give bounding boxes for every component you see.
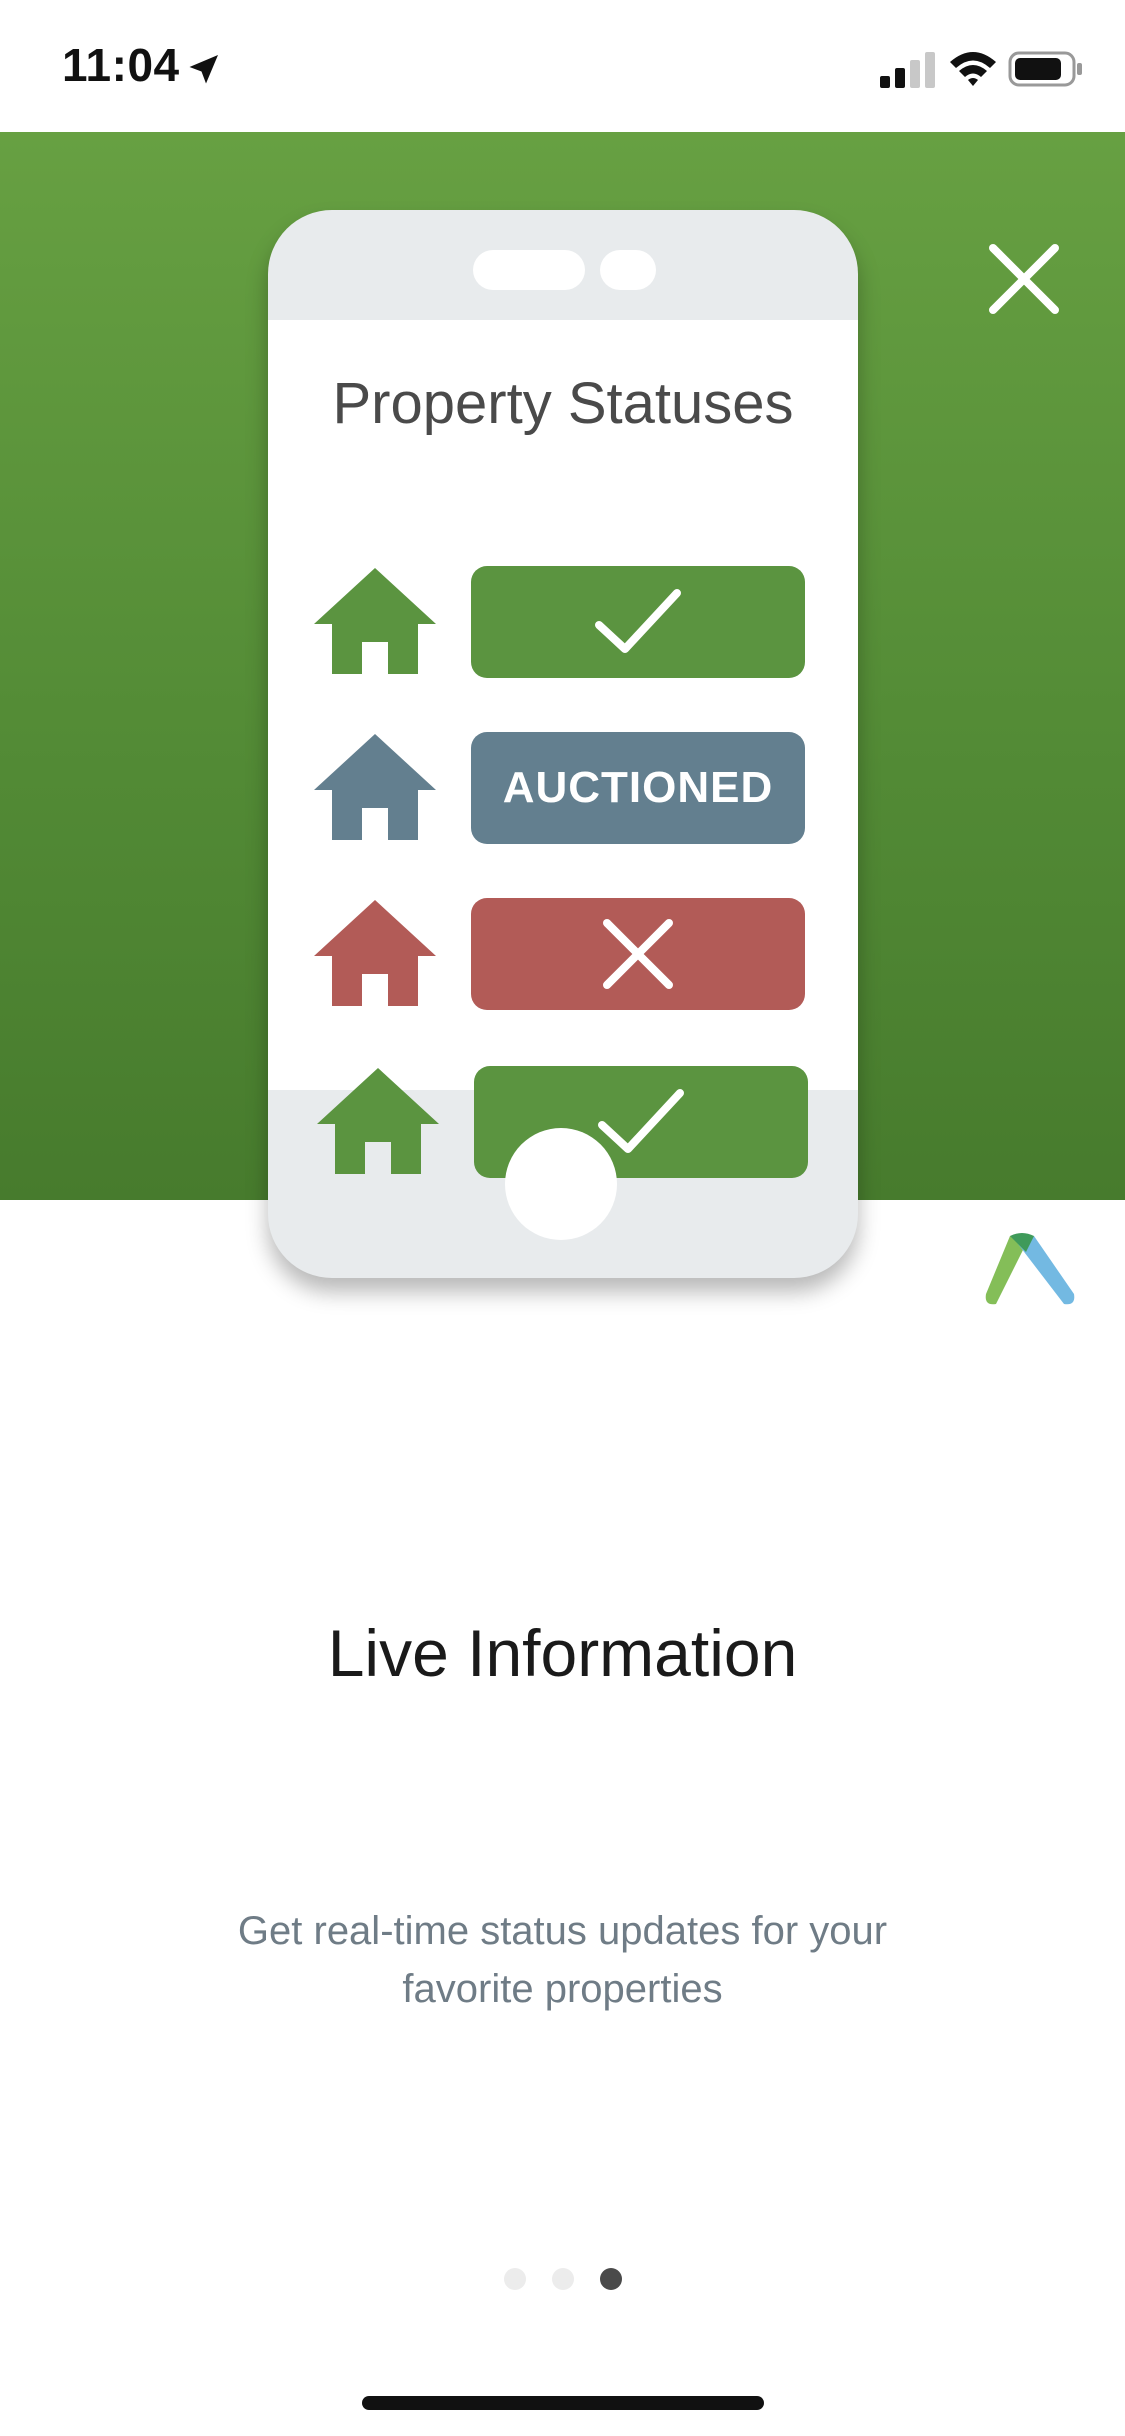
status-badge: AUCTIONED — [471, 732, 805, 844]
phone-speaker — [473, 250, 585, 290]
house-icon — [314, 900, 436, 1006]
x-icon — [603, 919, 673, 989]
house-icon — [314, 734, 436, 840]
phone-home-button — [505, 1128, 617, 1240]
status-row — [268, 566, 858, 678]
status-row — [268, 898, 858, 1010]
badge-label: AUCTIONED — [502, 763, 774, 812]
house-icon — [314, 568, 436, 674]
wifi-icon — [950, 52, 996, 86]
status-bar: 11:04 — [0, 0, 1125, 132]
screen-title: Property Statuses — [332, 371, 794, 436]
battery-icon — [1008, 51, 1082, 87]
close-icon[interactable] — [985, 240, 1063, 318]
description: Get real-time status updates for your fa… — [237, 1909, 888, 2011]
location-arrow-icon — [189, 55, 218, 84]
page-dot[interactable] — [504, 2268, 526, 2290]
brand-logo — [985, 1233, 1075, 1305]
phone-screen: Property Statuses AUCTIONED — [268, 320, 858, 1178]
home-indicator[interactable] — [362, 2396, 764, 2410]
status-time: 11:04 — [62, 39, 180, 91]
page-dot[interactable] — [552, 2268, 574, 2290]
page-dot-active[interactable] — [600, 2268, 622, 2290]
headline: Live Information — [327, 1616, 798, 1690]
status-badge — [471, 898, 805, 1010]
status-badge — [471, 566, 805, 678]
status-row: AUCTIONED — [268, 732, 858, 844]
phone-illustration: Property Statuses AUCTIONED — [268, 210, 858, 1278]
signal-icon — [880, 52, 935, 88]
phone-camera — [600, 250, 656, 290]
page-indicator[interactable] — [500, 2268, 630, 2292]
check-icon — [598, 1089, 684, 1153]
house-icon — [317, 1068, 439, 1174]
check-icon — [595, 589, 681, 653]
